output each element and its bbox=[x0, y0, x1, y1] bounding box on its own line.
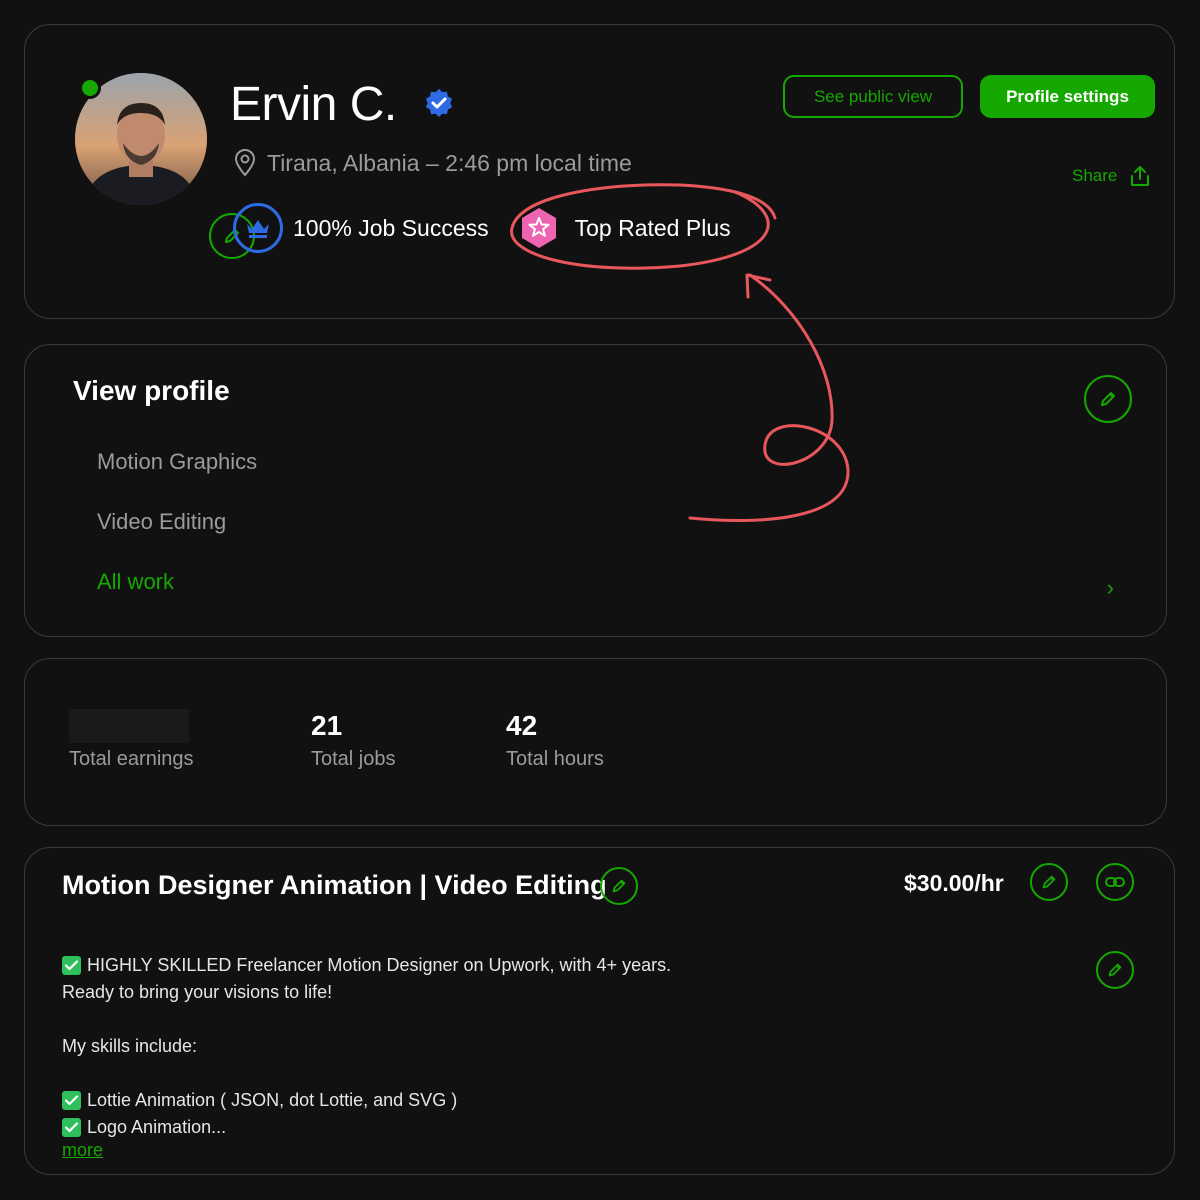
pencil-icon bbox=[1101, 392, 1115, 406]
top-rated-plus-badge: Top Rated Plus bbox=[517, 206, 731, 250]
description-text: HIGHLY SKILLED Freelancer Motion Designe… bbox=[87, 955, 672, 975]
top-rated-text: Top Rated Plus bbox=[574, 214, 731, 241]
profile-name: Ervin C. bbox=[230, 78, 397, 131]
pencil-icon bbox=[1042, 875, 1056, 889]
chevron-right-icon[interactable]: › bbox=[1107, 575, 1114, 601]
profile-settings-button[interactable]: Profile settings bbox=[980, 75, 1155, 118]
specialized-profile-video-editing[interactable]: Video Editing bbox=[97, 509, 226, 535]
edit-view-profile-button[interactable] bbox=[1084, 375, 1132, 423]
job-success-text: 100% Job Success bbox=[293, 214, 489, 241]
badges-row: 100% Job Success Top Rated Plus bbox=[233, 203, 731, 253]
profile-header-card: Ervin C. Tirana, Albania – 2:46 pm local… bbox=[24, 24, 1175, 319]
stat-label: Total jobs bbox=[311, 748, 396, 770]
share-button[interactable]: Share bbox=[1072, 165, 1151, 187]
pencil-icon bbox=[612, 879, 626, 893]
share-icon bbox=[1131, 166, 1150, 186]
online-status-dot bbox=[79, 77, 101, 99]
checkmark-icon bbox=[62, 1118, 81, 1137]
stat-total-hours: 42 Total hours bbox=[506, 709, 604, 771]
description-line: HIGHLY SKILLED Freelancer Motion Designe… bbox=[62, 952, 671, 979]
hourly-rate: $30.00/hr bbox=[904, 870, 1004, 896]
pencil-icon bbox=[1108, 963, 1122, 977]
copy-link-button[interactable] bbox=[1096, 863, 1134, 901]
stat-value bbox=[69, 709, 194, 743]
description-text: Logo Animation... bbox=[87, 1117, 227, 1137]
edit-description-button[interactable] bbox=[1096, 951, 1134, 989]
description-line: Logo Animation... bbox=[62, 1114, 671, 1141]
more-link[interactable]: more bbox=[62, 1140, 103, 1161]
avatar[interactable] bbox=[75, 73, 255, 259]
stat-total-jobs: 21 Total jobs bbox=[311, 709, 396, 771]
stats-card: Total earnings 21 Total jobs 42 Total ho… bbox=[24, 658, 1167, 826]
location-pin-icon bbox=[234, 149, 256, 177]
see-public-view-button[interactable]: See public view bbox=[783, 75, 963, 118]
profile-title-card: Motion Designer Animation | Video Editin… bbox=[24, 847, 1175, 1175]
view-profile-title: View profile bbox=[73, 375, 230, 406]
profile-title: Motion Designer Animation | Video Editin… bbox=[62, 870, 607, 900]
view-profile-card: View profile Motion Graphics Video Editi… bbox=[24, 344, 1167, 637]
description-line: Ready to bring your visions to life! bbox=[62, 982, 333, 1002]
job-success-badge: 100% Job Success bbox=[233, 203, 489, 253]
stat-value: 42 bbox=[506, 710, 538, 741]
edit-rate-button[interactable] bbox=[1030, 863, 1068, 901]
description-line: Lottie Animation ( JSON, dot Lottie, and… bbox=[62, 1087, 671, 1114]
stat-label: Total hours bbox=[506, 748, 604, 770]
location-text: Tirana, Albania – 2:46 pm local time bbox=[267, 149, 632, 176]
checkmark-icon bbox=[62, 1091, 81, 1110]
description-line: My skills include: bbox=[62, 1036, 198, 1056]
redacted-earnings bbox=[69, 709, 189, 743]
stat-label: Total earnings bbox=[69, 748, 194, 770]
specialized-profile-motion-graphics[interactable]: Motion Graphics bbox=[97, 449, 257, 475]
stat-total-earnings: Total earnings bbox=[69, 709, 194, 771]
share-label: Share bbox=[1072, 166, 1118, 185]
all-work-link[interactable]: All work bbox=[97, 569, 174, 595]
edit-title-button[interactable] bbox=[600, 867, 638, 905]
crown-icon bbox=[233, 203, 283, 253]
top-rated-star-icon bbox=[517, 206, 561, 250]
verified-badge-icon bbox=[423, 87, 455, 124]
checkmark-icon bbox=[62, 956, 81, 975]
link-icon bbox=[1105, 877, 1125, 887]
description-text: Lottie Animation ( JSON, dot Lottie, and… bbox=[87, 1090, 458, 1110]
stat-value: 21 bbox=[311, 710, 343, 741]
profile-description: HIGHLY SKILLED Freelancer Motion Designe… bbox=[62, 952, 671, 1141]
location-line: Tirana, Albania – 2:46 pm local time bbox=[233, 149, 632, 177]
